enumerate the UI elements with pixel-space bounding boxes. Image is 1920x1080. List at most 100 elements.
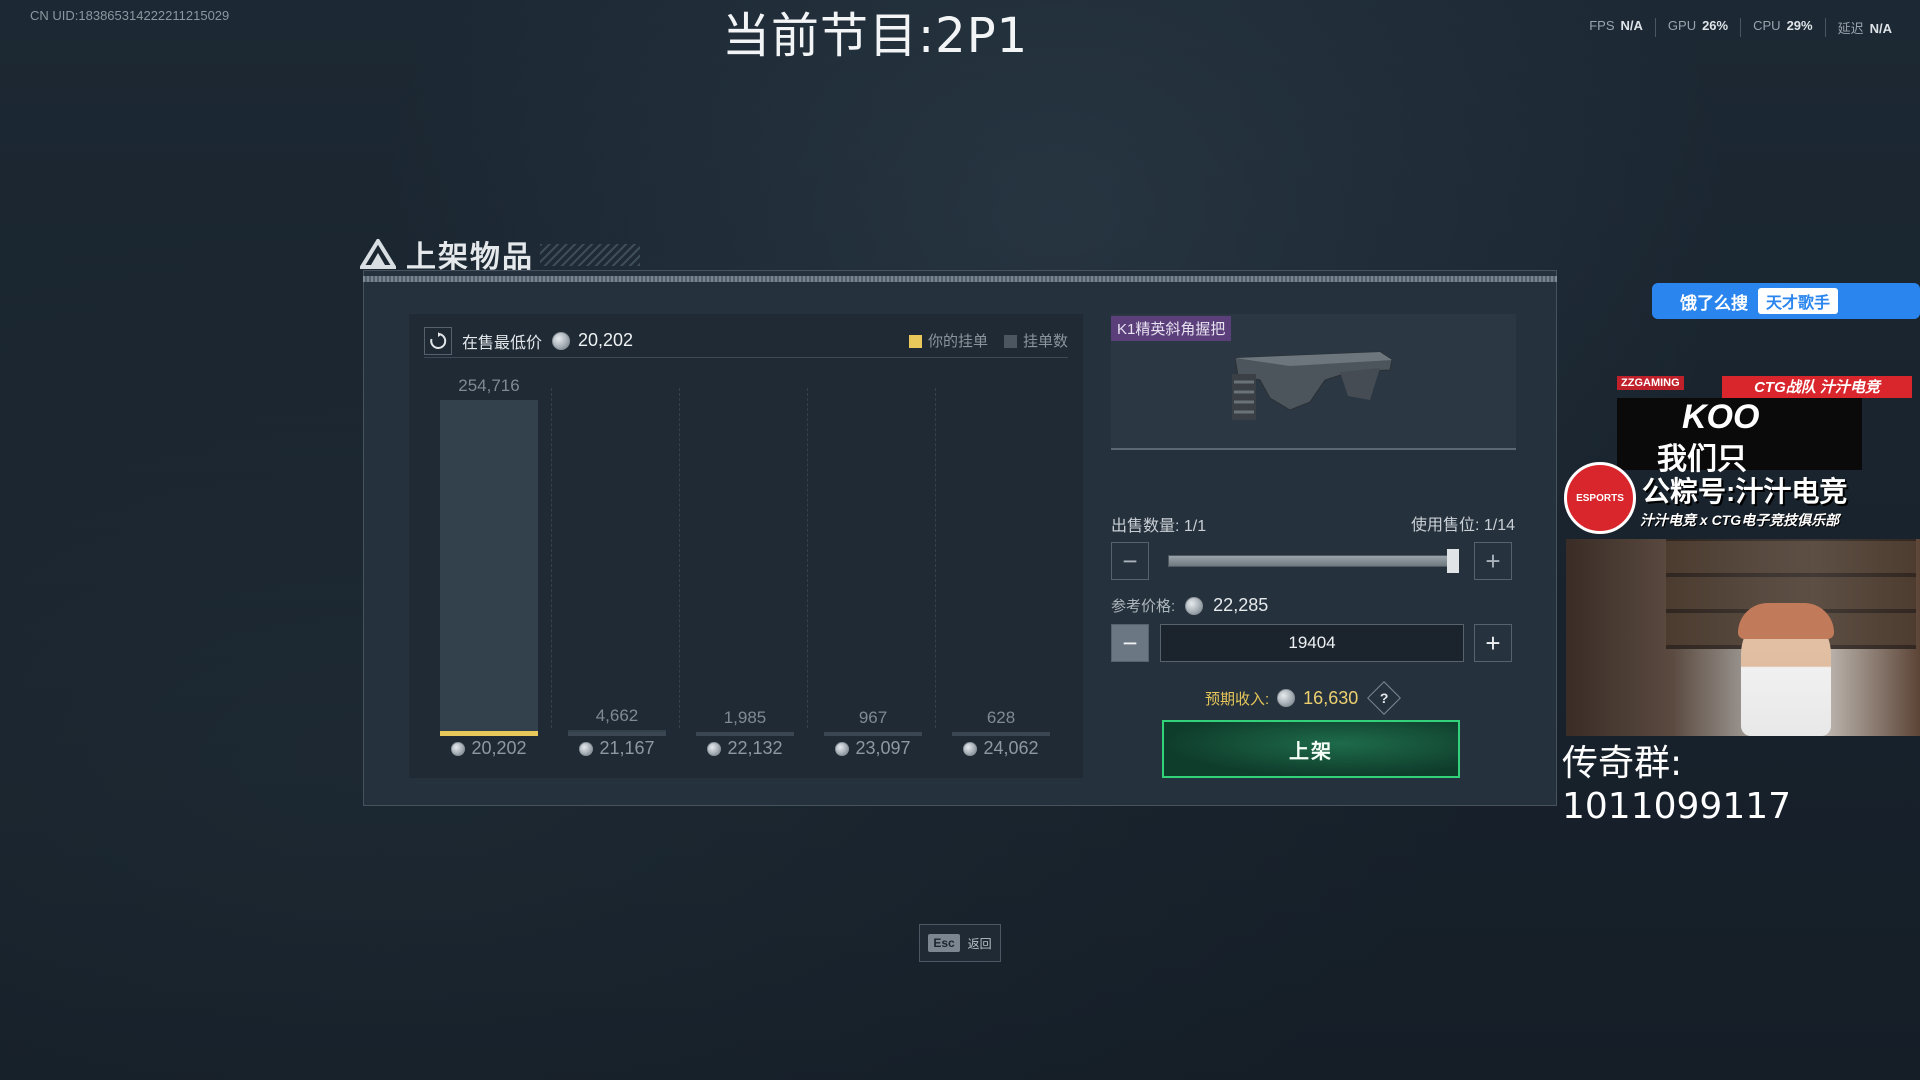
perf-latency: 延迟 N/A [1837, 21, 1892, 36]
chart-bar-baseline [824, 732, 922, 736]
coin-icon [1277, 689, 1296, 707]
chart-price-tick-label: 23,097 [855, 738, 911, 758]
performance-monitor: FPS N/A GPU 26% CPU 29% 延迟 N/A [1577, 18, 1904, 37]
slider-thumb[interactable] [1447, 549, 1459, 573]
chart-bar-count-label: 254,716 [458, 376, 520, 395]
chart-bar-count-label: 628 [986, 708, 1016, 727]
coin-icon [552, 331, 571, 350]
price-increase-button[interactable]: + [1474, 624, 1512, 662]
coin-icon [835, 741, 850, 756]
chart-bar-count-label: 4,662 [595, 705, 639, 725]
back-button[interactable]: Esc 返回 [919, 924, 1001, 962]
chart-bar-baseline [952, 732, 1050, 736]
refresh-icon [430, 331, 447, 349]
chart-bar-baseline [440, 732, 538, 736]
reference-price-label: 参考价格: [1111, 598, 1176, 615]
chart-header: 在售最低价 20,202 你的挂单 挂单数 [424, 324, 1068, 358]
chart-price-tick-label: 22,132 [727, 738, 783, 758]
expected-income-value: 16,630 [1303, 687, 1359, 708]
esc-key-icon: Esc [928, 934, 960, 952]
legend-listing-count: 挂单数 [1003, 330, 1068, 351]
plus-icon: + [1485, 545, 1501, 576]
team-promo-overlay: ZZGAMING CTG战队 汁汁电竞 KOO 我们只 ESPORTS 公粽号:… [1562, 370, 1920, 538]
expected-income-label: 预期收入: [1205, 690, 1270, 708]
chart-bar-column: 628 [952, 370, 1050, 736]
plus-icon: + [1485, 627, 1501, 658]
chart-bar-baseline [568, 732, 666, 736]
back-label: 返回 [967, 936, 992, 951]
esports-badge-icon: ESPORTS [1564, 462, 1636, 534]
fan-group-text: 传奇群: 1011099117 [1562, 743, 1792, 827]
coin-icon [579, 741, 594, 756]
streamer-hair [1738, 603, 1834, 639]
question-icon: ? [1379, 690, 1389, 706]
chart-bar-count-label: 967 [858, 708, 888, 727]
chart-bar-column: 1,985 [696, 370, 808, 736]
promo-koo-text: KOO [1682, 398, 1760, 436]
help-button[interactable]: ? [1367, 681, 1402, 715]
price-decrease-button[interactable]: − [1111, 624, 1149, 662]
price-input[interactable] [1160, 624, 1464, 662]
coin-icon [1185, 596, 1204, 615]
reference-price-value: 22,285 [1213, 595, 1269, 615]
quantity-decrease-button[interactable]: − [1111, 542, 1149, 580]
sponsor-search-text: 饿了么搜 [1680, 293, 1748, 313]
legend-swatch-yellow [908, 335, 922, 348]
chart-bar [440, 400, 538, 736]
quantity-increase-button[interactable]: + [1474, 542, 1512, 580]
chart-bar-column: 254,716 [440, 370, 552, 736]
chart-price-tick: 22,132 [696, 738, 794, 759]
streamer-webcam [1566, 539, 1920, 736]
expected-income: 预期收入: 16,630 ? [1205, 681, 1402, 715]
header-decoration [540, 244, 640, 266]
quantity-slider[interactable] [1168, 549, 1459, 573]
slots-label: 使用售位: 1/14 [1410, 517, 1515, 534]
perf-fps: FPS N/A [1577, 18, 1656, 37]
chart-bar-baseline [696, 732, 794, 736]
chart-column-divider [679, 388, 680, 728]
chart-price-tick: 23,097 [824, 738, 922, 759]
chart-column-divider [551, 388, 552, 728]
reference-price: 参考价格: 22,285 [1111, 595, 1268, 616]
coin-icon [963, 741, 978, 756]
sponsor-search-banner: 饿了么搜 天才歌手 [1652, 283, 1920, 319]
panel-top-border [363, 276, 1557, 282]
list-item-button[interactable]: 上架 [1162, 720, 1460, 778]
item-name-tag: K1精英斜角握把 [1111, 316, 1232, 341]
chart-bar-count-label: 1,985 [723, 708, 767, 727]
perf-gpu: GPU 26% [1656, 18, 1742, 37]
lowest-price-label: 在售最低价 [462, 334, 543, 352]
refresh-button[interactable] [424, 326, 452, 355]
chart-legend: 你的挂单 挂单数 [908, 330, 1068, 351]
chart-bar-column: 967 [824, 370, 936, 736]
slots-value: 1/14 [1483, 517, 1515, 534]
perf-cpu: CPU 29% [1741, 18, 1826, 37]
player-uid: CN UID:18386531422221121502​9 [30, 8, 230, 23]
chart-price-tick-label: 24,062 [983, 738, 1039, 758]
promo-team-banner: CTG战队 汁汁电竞 [1722, 376, 1912, 398]
quantity-label: 出售数量: 1/1 [1111, 518, 1207, 535]
legend-swatch-gray [1003, 335, 1017, 348]
delta-logo-icon [360, 239, 396, 269]
minus-icon: − [1122, 627, 1138, 658]
chart-column-divider [935, 388, 936, 728]
chart-price-tick: 21,167 [568, 738, 666, 759]
chart-bar-column: 4,662 [568, 370, 680, 736]
coin-icon [707, 741, 722, 756]
promo-account-text: 公粽号:汁汁电竞 [1642, 476, 1848, 507]
coin-icon [451, 741, 466, 756]
promo-sponsor-logo: ZZGAMING [1617, 376, 1684, 390]
minus-icon: − [1122, 545, 1138, 576]
chart-column-divider [807, 388, 808, 728]
legend-your-listing: 你的挂单 [908, 330, 988, 351]
chart-price-tick: 20,202 [440, 738, 538, 759]
grip-attachment-image [1232, 351, 1393, 420]
chart-price-tick-label: 21,167 [599, 738, 655, 758]
chart-price-tick: 24,062 [952, 738, 1050, 759]
lowest-price-value: 20,202 [578, 330, 634, 350]
stream-program-title: 当前节目:2P1 [722, 8, 1029, 64]
sponsor-search-tag: 天才歌手 [1758, 288, 1839, 314]
quantity-value: 1/1 [1183, 518, 1207, 535]
promo-sub-text: 汁汁电竞 x CTG电子竞技俱乐部 [1640, 512, 1840, 528]
chart-price-tick-label: 20,202 [471, 738, 527, 758]
